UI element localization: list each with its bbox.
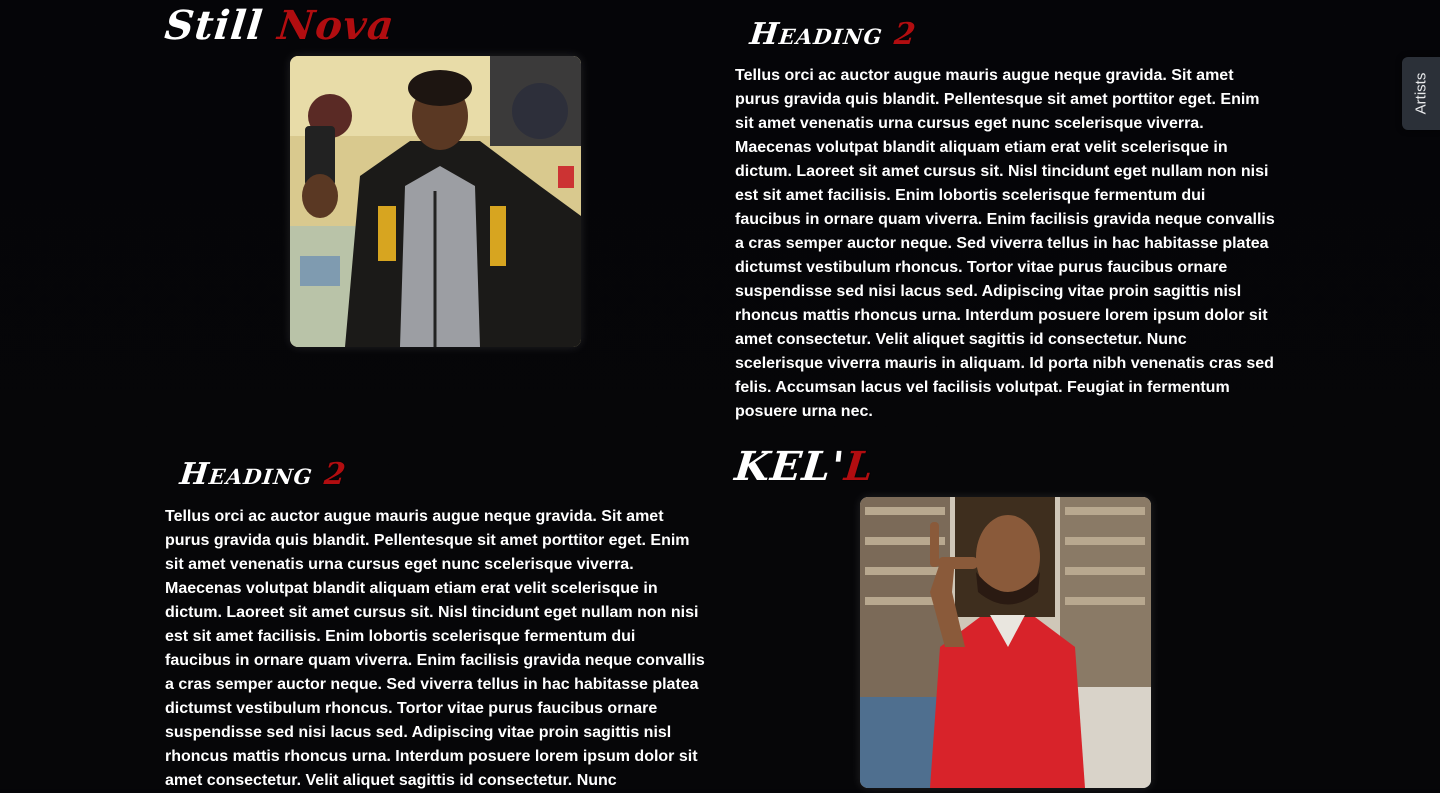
photo-still-nova-image [290, 56, 581, 347]
artist-title-kell: KEL'L [733, 443, 877, 490]
heading-main: Heading [178, 457, 327, 492]
body-text-left: Tellus orci ac auctor augue mauris augue… [165, 508, 705, 789]
page: Still Nova Heading 2 Tellus orci ac auct… [0, 0, 1440, 789]
title-main: KEL' [732, 443, 848, 490]
title-main: Still [162, 2, 281, 49]
artist-title-still-nova: Still Nova [163, 2, 397, 49]
section-heading-right: Heading 2 [748, 17, 919, 52]
title-accent: Nova [275, 2, 397, 49]
photo-kell-image [860, 497, 1151, 788]
heading-accent: 2 [892, 17, 919, 52]
heading-main: Heading [748, 17, 897, 52]
heading-accent: 2 [322, 457, 349, 492]
body-text-right: Tellus orci ac auctor augue mauris augue… [735, 67, 1275, 420]
title-accent: L [842, 443, 877, 490]
artists-tab-label: Artists [1412, 72, 1430, 115]
artist-photo-still-nova [290, 56, 581, 347]
artist-photo-kell [860, 497, 1151, 788]
artists-side-tab[interactable]: Artists [1402, 57, 1440, 130]
section-heading-left: Heading 2 [178, 457, 349, 492]
